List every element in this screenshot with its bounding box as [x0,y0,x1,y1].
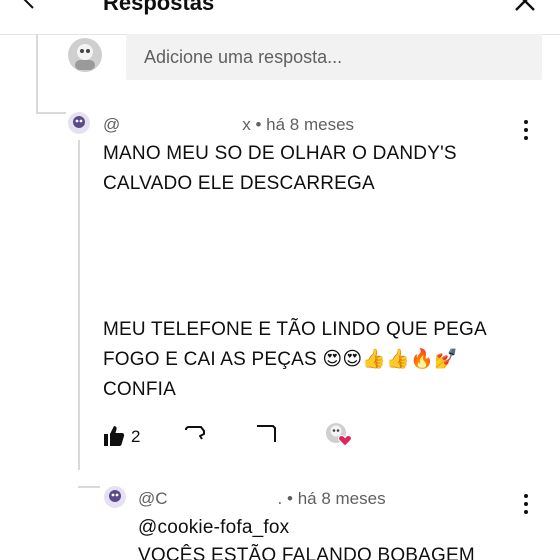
comment-time: • há 8 meses [255,115,355,134]
comment-line: MANO MEU SO DE OLHAR O DANDY'S [103,143,457,164]
more-options-icon[interactable] [516,118,536,142]
thread-line-branch [36,112,66,114]
thumbs-down-icon[interactable] [183,422,207,446]
comment-line: CONFIA [103,379,176,400]
comment-meta: @ x • há 8 meses [103,115,354,135]
replies-panel: Respostas @ x • há 8 meses [0,0,560,560]
page-title: Respostas [103,0,215,15]
avatar [68,38,102,72]
replies-header: Respostas [0,0,560,35]
avatar[interactable] [104,486,126,508]
thread-line-sub [78,140,80,470]
creator-heart-icon [326,423,352,447]
thread-line-sub-branch [78,486,100,488]
comment-author[interactable]: @C [138,489,168,508]
comment-icon[interactable] [254,422,278,446]
comment-line: @cookie-fofa_fox [138,517,290,538]
user-avatar-icon [68,112,90,134]
comment-author-suffix: x [242,115,251,134]
user-avatar-icon [68,38,102,72]
close-icon[interactable] [512,0,538,14]
like-count: 2 [131,427,141,446]
comment-line: MEU TELEFONE E TÃO LINDO QUE PEGA [103,319,487,340]
more-options-icon[interactable] [516,492,536,516]
thread-line-main [36,34,38,114]
thumbs-up-icon[interactable] [102,424,126,448]
user-avatar-icon [104,486,126,508]
comment-meta: @C. • há 8 meses [138,489,386,509]
comment-line: VOCÊS ESTÃO FALANDO BOBAGEM [138,545,475,560]
avatar[interactable] [68,112,90,134]
arrow-left-icon[interactable] [18,0,42,12]
reply-input[interactable] [126,34,542,80]
comment-time: • há 8 meses [287,489,386,508]
comment-line: CALVADO ELE DESCARREGA [103,173,375,194]
comment-author[interactable]: @ [103,115,120,134]
comment-line: FOGO E CAI AS PEÇAS 😍😍👍👍🔥💅 [103,349,458,370]
comment-author-suffix: . [277,489,283,508]
